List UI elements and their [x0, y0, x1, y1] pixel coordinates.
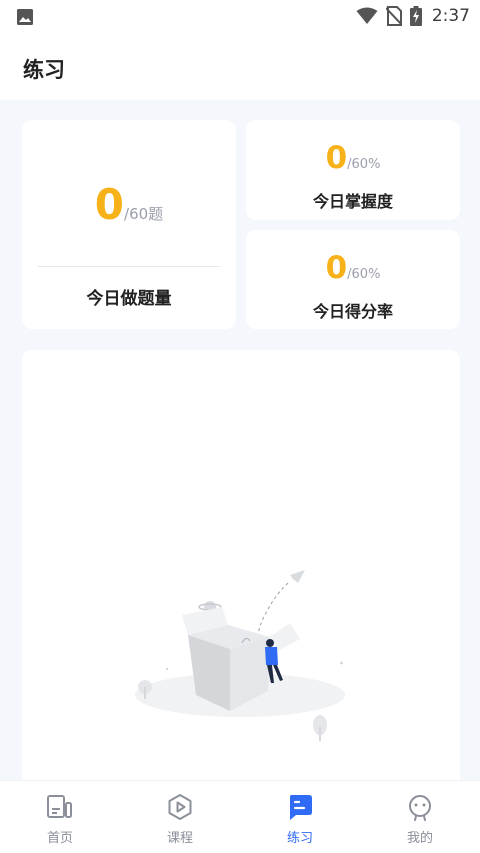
daily-questions-label: 今日做题量	[86, 289, 172, 309]
daily-questions-stat: 0/60题	[22, 180, 236, 229]
daily-mastery-label: 今日掌握度	[312, 192, 393, 211]
header: 练习	[0, 34, 480, 100]
wifi-icon	[356, 7, 378, 24]
tab-home-label: 首页	[46, 831, 73, 846]
daily-score-stat: 0/60%	[246, 250, 460, 286]
home-icon	[47, 795, 72, 818]
status-bar: 2:37	[0, 0, 480, 34]
tab-courses-label: 课程	[166, 831, 193, 846]
daily-mastery-value: 0	[325, 140, 348, 176]
tab-home[interactable]: 首页	[0, 781, 120, 853]
daily-questions-total: /60题	[124, 205, 164, 223]
daily-mastery-stat: 0/60%	[246, 140, 460, 176]
daily-score-value: 0	[325, 250, 348, 286]
play-icon	[168, 794, 192, 820]
tab-profile-label: 我的	[406, 831, 433, 846]
daily-mastery-total: /60%	[347, 157, 381, 172]
daily-mastery-card[interactable]: 0/60% 今日掌握度	[246, 120, 460, 220]
no-sim-icon	[385, 6, 402, 26]
content-panel	[22, 350, 460, 790]
tab-practice-label: 练习	[286, 831, 313, 846]
daily-questions-value: 0	[94, 180, 125, 229]
daily-score-label: 今日得分率	[312, 302, 393, 321]
tab-practice[interactable]: 练习	[240, 781, 360, 853]
daily-score-card[interactable]: 0/60% 今日得分率	[246, 230, 460, 329]
card-divider	[38, 266, 220, 267]
practice-icon	[290, 795, 312, 820]
empty-box-illustration	[135, 570, 345, 741]
daily-score-total: /60%	[347, 267, 381, 282]
profile-icon	[409, 795, 431, 821]
status-time: 2:37	[431, 6, 470, 26]
battery-charging-icon	[409, 6, 422, 26]
tab-courses[interactable]: 课程	[120, 781, 240, 853]
image-notification-icon	[17, 9, 33, 25]
page-title: 练习	[23, 58, 65, 82]
bottom-tab-bar: 首页 课程 练习 我的	[0, 780, 480, 853]
tab-profile[interactable]: 我的	[360, 781, 480, 853]
daily-questions-card[interactable]: 0/60题 今日做题量	[22, 120, 236, 329]
